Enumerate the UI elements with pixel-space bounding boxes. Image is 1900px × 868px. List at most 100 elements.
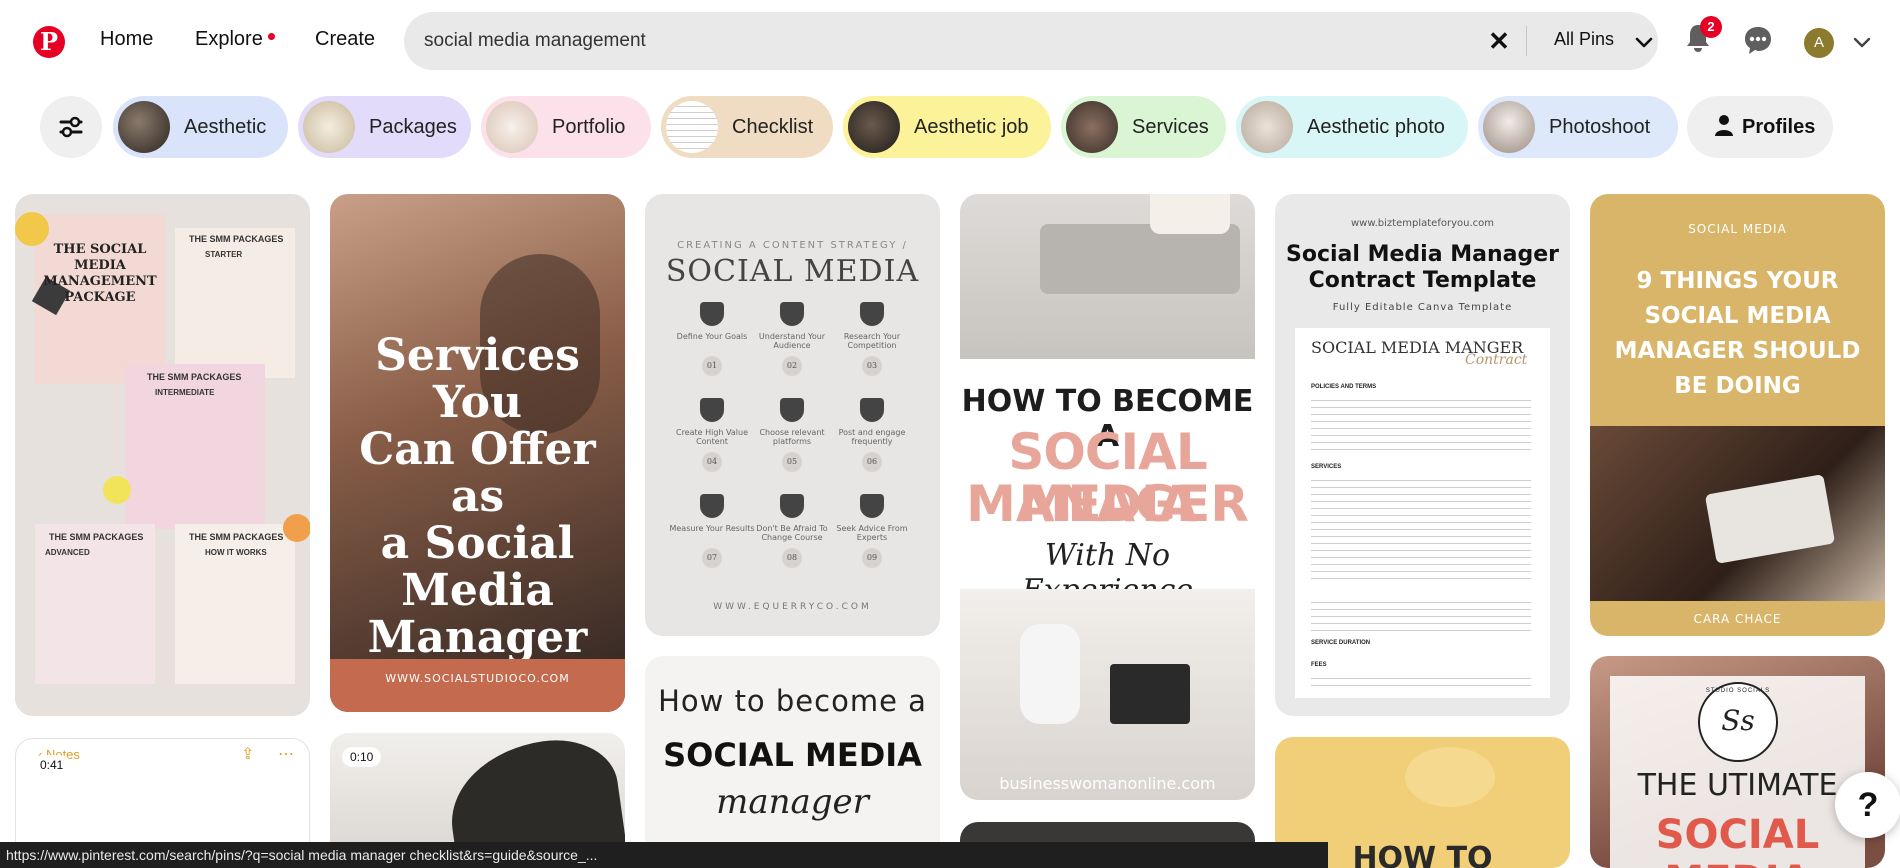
doc-script: Contract [1465, 352, 1528, 368]
chip-thumbnail [1066, 101, 1118, 153]
chip-services[interactable]: Services [1061, 96, 1226, 158]
user-avatar[interactable]: A [1804, 28, 1834, 58]
pin-title-line: MANAGER SHOULD [1614, 338, 1861, 364]
step-item: Choose relevant platforms 05 [747, 398, 837, 472]
pinterest-logo-icon[interactable]: P [33, 26, 65, 58]
doc-text-lines [1311, 596, 1531, 636]
step-number: 09 [862, 548, 882, 568]
clear-search-icon[interactable]: ✕ [1482, 24, 1516, 58]
step-label: Measure Your Results [669, 524, 755, 533]
pin-title-line: Can Offer as [359, 424, 596, 522]
step-item: Seek Advice From Experts 09 [827, 494, 917, 568]
pin-heading: THE SMM PACKAGES [189, 234, 284, 244]
step-item: Define Your Goals 01 [667, 302, 757, 376]
pin-photo-person [1020, 624, 1080, 724]
step-label: Post and engage frequently [838, 428, 906, 446]
filter-button[interactable] [40, 96, 102, 158]
step-icon [700, 302, 724, 326]
chip-portfolio[interactable]: Portfolio [481, 96, 651, 158]
chip-aesthetic-job[interactable]: Aesthetic job [843, 96, 1051, 158]
nav-create-link[interactable]: Create [315, 28, 375, 51]
chip-label: Services [1132, 115, 1209, 138]
step-icon [700, 398, 724, 422]
decor-shape [15, 212, 49, 246]
pin-how-to-become-smm-2[interactable]: How to become a SOCIAL MEDIA manager [645, 656, 940, 868]
chip-label: Aesthetic photo [1307, 115, 1445, 138]
monogram: Ss [1721, 704, 1755, 737]
chip-label: Photoshoot [1549, 115, 1651, 138]
pin-subtitle: Fully Editable Canva Template [1332, 302, 1513, 313]
doc-section: FEES [1311, 662, 1327, 668]
step-item: Research Your Competition 03 [827, 302, 917, 376]
pin-type-filter[interactable]: All Pins [1554, 29, 1614, 50]
chip-checklist[interactable]: Checklist [661, 96, 833, 158]
pin-photo-desk [960, 589, 1255, 800]
chip-profiles[interactable]: Profiles [1687, 96, 1833, 158]
chip-label: Aesthetic [184, 115, 267, 138]
pin-photo-detail [1040, 224, 1240, 294]
pin-9-things[interactable]: SOCIAL MEDIA 9 THINGS YOUR SOCIAL MEDIA … [1590, 194, 1885, 636]
chevron-down-icon[interactable] [1634, 32, 1654, 52]
guided-search-chips: Aesthetic Packages Portfolio Checklist A… [0, 96, 1900, 162]
chip-thumbnail [848, 101, 900, 153]
search-divider [1526, 26, 1527, 56]
pin-footer [330, 659, 625, 712]
step-item: Measure Your Results 07 [667, 494, 757, 568]
pin-subheading: INTERMEDIATE [155, 388, 215, 397]
help-button[interactable]: ? [1835, 772, 1900, 838]
pin-how-to-become-smm[interactable]: HOW TO BECOME A SOCIAL MEDIA MANAGER Wit… [960, 194, 1255, 800]
pin-title-line: Social Media Manager [1286, 242, 1559, 267]
step-number: 06 [862, 452, 882, 472]
step-number: 07 [702, 548, 722, 568]
step-label: Seek Advice From Experts [836, 524, 908, 542]
chip-thumbnail [118, 101, 170, 153]
pin-subheading: STARTER [205, 250, 243, 259]
chip-photoshoot[interactable]: Photoshoot [1478, 96, 1678, 158]
nav-explore-link[interactable]: Explore [195, 28, 263, 51]
chip-label: Packages [369, 115, 457, 138]
browser-status-url: https://www.pinterest.com/search/pins/?q… [0, 842, 1328, 868]
step-label: Choose relevant platforms [759, 428, 825, 446]
step-item: Don't Be Afraid To Change Course 08 [747, 494, 837, 568]
pin-content-strategy[interactable]: CREATING A CONTENT STRATEGY / SOCIAL MED… [645, 194, 940, 636]
pin-brand: CARA CHACE [1693, 612, 1782, 626]
pin-title-line: a Social [380, 518, 575, 569]
pin-title-line: manager [716, 782, 869, 822]
chip-aesthetic[interactable]: Aesthetic [113, 96, 288, 158]
step-icon [860, 398, 884, 422]
search-input[interactable] [424, 29, 1434, 53]
step-number: 01 [702, 356, 722, 376]
pin-image: THE SMM PACKAGES INTERMEDIATE [125, 364, 265, 529]
pin-contract-template[interactable]: www.biztemplateforyou.com Social Media M… [1275, 194, 1570, 716]
step-item: Create High Value Content 04 [667, 398, 757, 472]
pin-image: THE SMM PACKAGES ADVANCED [35, 524, 155, 684]
pin-services-you-can-offer[interactable]: Services You Can Offer as a Social Media… [330, 194, 625, 712]
pin-image: THE SMM PACKAGES STARTER [175, 228, 295, 378]
more-icon: ⋯ [278, 746, 294, 763]
pin-title-line: Services You [375, 330, 580, 428]
share-icon: ⇪ [241, 746, 255, 763]
explore-notification-dot [268, 33, 275, 40]
person-icon [1715, 115, 1733, 136]
doc-section: POLICIES AND TERMS [1311, 384, 1377, 390]
doc-section: SERVICE DURATION [1311, 640, 1371, 646]
pin-url: WWW.SOCIALSTUDIOCO.COM [385, 672, 570, 685]
search-bar: ✕ All Pins [404, 12, 1658, 70]
step-number: 02 [782, 356, 802, 376]
chip-aesthetic-photo[interactable]: Aesthetic photo [1236, 96, 1468, 158]
step-item: Post and engage frequently 06 [827, 398, 917, 472]
account-chevron-down-icon[interactable] [1852, 32, 1872, 52]
pin-title-line: 9 THINGS YOUR [1636, 268, 1839, 294]
step-label: Don't Be Afraid To Change Course [756, 524, 828, 542]
pin-title: 9 THINGS YOUR SOCIAL MEDIA MANAGER SHOUL… [1590, 264, 1885, 404]
pin-smm-package[interactable]: THE SOCIAL MEDIA MANAGEMENT PACKAGE THE … [15, 194, 310, 716]
pin-url: www.biztemplateforyou.com [1351, 218, 1494, 229]
step-icon [860, 302, 884, 326]
step-label: Research Your Competition [843, 332, 901, 350]
pin-subheading: ADVANCED [45, 548, 90, 557]
pin-url: businesswomanonline.com [999, 774, 1216, 793]
nav-home-link[interactable]: Home [100, 28, 153, 51]
pin-ultimate-smm[interactable]: Ss STUDIO SOCIALS THE UTIMATE SOCIAL MED… [1590, 656, 1885, 868]
chip-packages[interactable]: Packages [298, 96, 471, 158]
messages-icon[interactable] [1742, 24, 1774, 56]
